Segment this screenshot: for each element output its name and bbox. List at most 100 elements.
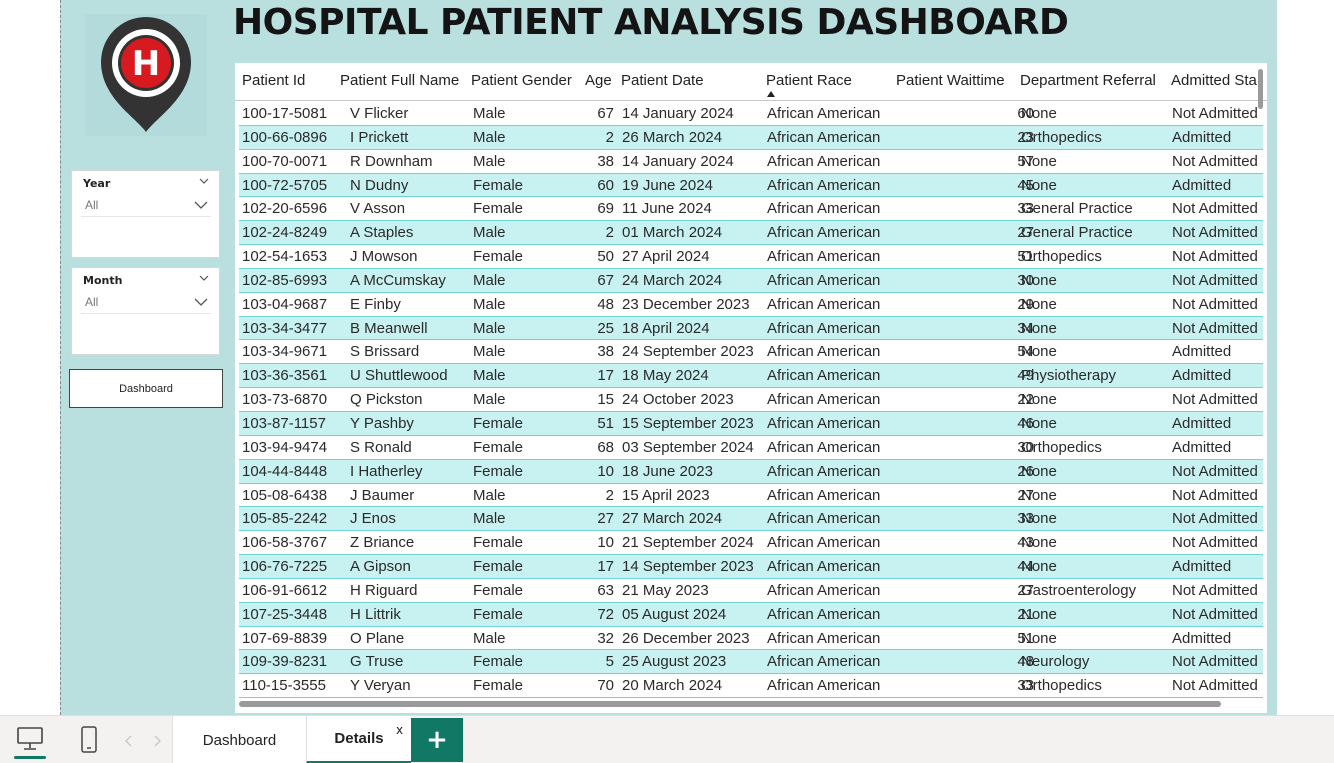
tab-dashboard[interactable]: Dashboard <box>172 716 306 763</box>
table-row[interactable]: 100-17-5081 V Flicker Male 67 14 January 202… <box>239 102 1263 126</box>
table-row[interactable]: 100-70-0071 R Downham Male 38 14 January 202… <box>239 149 1263 174</box>
cell-date: 05 August 2024 <box>622 605 727 623</box>
chevron-down-icon[interactable] <box>198 175 210 187</box>
cell-department: General Practice <box>1021 224 1133 242</box>
month-slicer-title: Month <box>83 274 123 287</box>
cell-age: 15 <box>597 391 614 409</box>
mobile-view-icon[interactable] <box>78 726 100 754</box>
cell-department: None <box>1021 176 1057 194</box>
cell-patient-id: 107-69-8839 <box>242 629 328 647</box>
cell-admitted: Admitted <box>1172 438 1232 456</box>
column-header-patient-waittime[interactable]: Patient Waittime <box>896 72 1005 89</box>
table-row[interactable]: 103-34-3477 B Meanwell Male 25 18 April 2024… <box>239 316 1263 341</box>
page-navigation-bar: Dashboard Details x + <box>0 715 1334 763</box>
add-page-button[interactable]: + <box>411 718 463 762</box>
cell-patient-name: I Hatherley <box>350 462 423 480</box>
table-row[interactable]: 107-25-3448 H Littrik Female 72 05 August 20… <box>239 602 1263 627</box>
table-row[interactable]: 109-39-8231 G Truse Female 5 25 August 2023 A… <box>239 650 1263 675</box>
month-dropdown[interactable]: All <box>81 290 211 314</box>
table-row[interactable]: 102-20-6596 V Asson Female 69 11 June 2024 Af… <box>239 197 1263 222</box>
cell-date: 19 June 2024 <box>622 176 713 194</box>
cell-admitted: Not Admitted <box>1172 486 1258 504</box>
cell-admitted: Not Admitted <box>1172 534 1258 552</box>
chevron-down-icon[interactable] <box>198 272 210 284</box>
year-slicer[interactable]: Year All <box>71 170 220 258</box>
column-header-patient-race[interactable]: Patient Race <box>766 72 852 89</box>
table-row[interactable]: 100-66-0896 I Prickett Male 2 26 March 2024 A… <box>239 125 1263 150</box>
table-row[interactable]: 107-69-8839 O Plane Male 32 26 December 2023… <box>239 626 1263 651</box>
table-row[interactable]: 105-08-6438 J Baumer Male 2 15 April 2023 Afr… <box>239 483 1263 508</box>
cell-admitted: Not Admitted <box>1172 581 1258 599</box>
desktop-view-icon[interactable] <box>15 726 45 752</box>
cell-gender: Male <box>473 128 506 146</box>
column-header-department-referral[interactable]: Department Referral <box>1020 72 1156 89</box>
cell-patient-id: 105-85-2242 <box>242 510 328 528</box>
cell-patient-name: A McCumskay <box>350 271 446 289</box>
chevron-left-icon[interactable] <box>124 735 134 747</box>
dashboard-nav-button[interactable]: Dashboard <box>69 369 223 408</box>
table-header: Patient Id Patient Full Name Patient Gen… <box>235 63 1267 101</box>
table-row[interactable]: 103-34-9671 S Brissard Male 38 24 September … <box>239 340 1263 365</box>
table-row[interactable]: 103-36-3561 U Shuttlewood Male 17 18 May 202… <box>239 364 1263 389</box>
horizontal-scrollbar[interactable] <box>239 701 1221 707</box>
cell-patient-id: 100-72-5705 <box>242 176 328 194</box>
cell-department: None <box>1021 391 1057 409</box>
cell-patient-name: S Ronald <box>350 438 412 456</box>
table-row[interactable]: 102-24-8249 A Staples Male 2 01 March 2024 Af… <box>239 221 1263 246</box>
cell-department: None <box>1021 629 1057 647</box>
column-header-patient-id[interactable]: Patient Id <box>242 72 305 89</box>
cell-race: African American <box>767 128 881 146</box>
table-row[interactable]: 106-76-7225 A Gipson Female 17 14 September … <box>239 555 1263 579</box>
cell-age: 2 <box>605 224 614 242</box>
table-row[interactable]: 102-85-6993 A McCumskay Male 67 24 March 202… <box>239 268 1263 293</box>
column-header-patient-gender[interactable]: Patient Gender <box>471 72 572 89</box>
cell-race: African American <box>767 414 881 432</box>
cell-department: Orthopedics <box>1021 248 1102 266</box>
cell-date: 18 April 2024 <box>622 319 710 337</box>
table-row[interactable]: 110-15-3555 Y Veryan Female 70 20 March 2024… <box>239 674 1263 699</box>
cell-patient-id: 110-15-3555 <box>242 677 326 695</box>
column-header-patient-full-name[interactable]: Patient Full Name <box>340 72 459 89</box>
cell-age: 17 <box>597 558 614 576</box>
column-header-age[interactable]: Age <box>585 72 612 89</box>
cell-race: African American <box>767 224 881 242</box>
table-row[interactable]: 103-87-1157 Y Pashby Female 51 15 September … <box>239 411 1263 436</box>
cell-gender: Female <box>473 534 524 552</box>
month-slicer[interactable]: Month All <box>71 267 220 355</box>
cell-department: None <box>1021 295 1057 313</box>
cell-department: None <box>1021 271 1057 289</box>
table-row[interactable]: 102-54-1653 J Mowson Female 50 27 April 2024… <box>239 245 1263 269</box>
cell-admitted: Admitted <box>1172 343 1232 361</box>
chevron-right-icon[interactable] <box>152 735 162 747</box>
cell-admitted: Not Admitted <box>1172 105 1258 122</box>
table-row[interactable]: 103-04-9687 E Finby Male 48 23 December 2023… <box>239 292 1263 317</box>
column-header-admitted-status[interactable]: Admitted Sta <box>1171 72 1257 89</box>
table-row[interactable]: 106-91-6612 H Riguard Female 63 21 May 2023 A… <box>239 578 1263 603</box>
cell-admitted: Admitted <box>1172 629 1232 647</box>
cell-patient-name: U Shuttlewood <box>350 367 448 385</box>
cell-date: 23 December 2023 <box>622 295 750 313</box>
close-icon[interactable]: x <box>396 723 403 737</box>
table-row[interactable]: 103-73-6870 Q Pickston Male 15 24 October 20… <box>239 388 1263 412</box>
table-body: 100-17-5081 V Flicker Male 67 14 January 202… <box>239 102 1263 699</box>
cell-age: 50 <box>597 248 614 266</box>
year-dropdown[interactable]: All <box>81 193 211 217</box>
cell-age: 2 <box>605 128 614 146</box>
cell-date: 03 September 2024 <box>622 438 754 456</box>
cell-date: 21 May 2023 <box>622 581 709 599</box>
column-header-patient-date[interactable]: Patient Date <box>621 72 704 89</box>
table-row[interactable]: 104-44-8448 I Hatherley Female 10 18 June 20… <box>239 459 1263 484</box>
table-row[interactable]: 103-94-9474 S Ronald Female 68 03 September … <box>239 435 1263 460</box>
table-row[interactable]: 105-85-2242 J Enos Male 27 27 March 2024 Afri… <box>239 507 1263 532</box>
cell-department: None <box>1021 486 1057 504</box>
cell-patient-id: 103-04-9687 <box>242 295 328 313</box>
cell-age: 17 <box>597 367 614 385</box>
cell-gender: Female <box>473 414 524 432</box>
cell-gender: Female <box>473 438 524 456</box>
table-row[interactable]: 106-58-3767 Z Briance Female 10 21 September… <box>239 531 1263 556</box>
cell-admitted: Not Admitted <box>1172 271 1258 289</box>
cell-date: 25 August 2023 <box>622 653 727 671</box>
table-row[interactable]: 100-72-5705 N Dudny Female 60 19 June 2024 Af… <box>239 173 1263 198</box>
vertical-scrollbar[interactable] <box>1258 69 1263 109</box>
cell-race: African American <box>767 176 881 194</box>
